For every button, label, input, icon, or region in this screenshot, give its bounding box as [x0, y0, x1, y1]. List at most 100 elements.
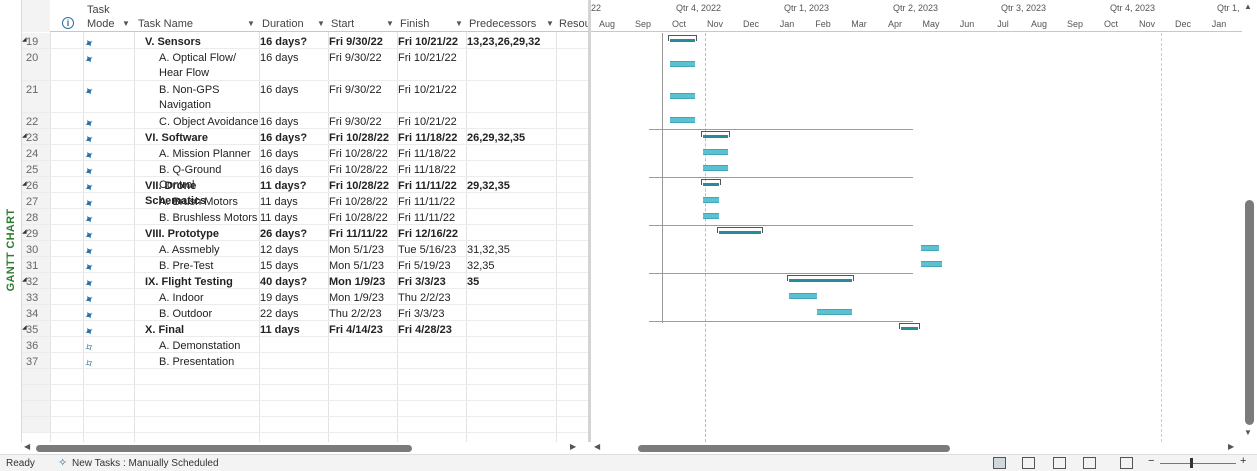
- dependency-line[interactable]: [649, 129, 913, 130]
- duration-cell[interactable]: 11 days: [260, 323, 328, 338]
- task-name-cell[interactable]: A. Brush Motors: [137, 195, 259, 210]
- summary-bracket[interactable]: [700, 131, 730, 137]
- task-name-cell[interactable]: A. Assmebly: [137, 243, 259, 258]
- start-cell[interactable]: Fri 9/30/22: [329, 115, 397, 130]
- task-bar[interactable]: [702, 165, 728, 171]
- collapse-triangle-icon[interactable]: ◢: [22, 324, 27, 331]
- collapse-triangle-icon[interactable]: ◢: [22, 228, 27, 235]
- header-finish[interactable]: Finish ▼: [397, 0, 466, 32]
- header-indicators[interactable]: i: [52, 0, 82, 32]
- gantt-body[interactable]: [591, 33, 1242, 442]
- task-name-cell[interactable]: A. Demonstation: [137, 339, 259, 354]
- task-name-cell[interactable]: B. Presentation: [137, 355, 259, 370]
- finish-cell[interactable]: Tue 5/16/23: [398, 243, 466, 258]
- header-start[interactable]: Start ▼: [328, 0, 397, 32]
- task-name-cell[interactable]: B. Outdoor: [137, 307, 259, 322]
- table-row[interactable]: 37 ✧ B. Presentation: [22, 353, 588, 372]
- duration-cell[interactable]: 16 days: [260, 115, 328, 130]
- start-cell[interactable]: Fri 10/28/22: [329, 131, 397, 146]
- dependency-line[interactable]: [649, 321, 913, 322]
- task-bar[interactable]: [817, 309, 852, 315]
- table-row[interactable]: 21 ✦ B. Non-GPS Navigation 16 days Fri 9/30/…: [22, 81, 588, 113]
- duration-cell[interactable]: 16 days?: [260, 35, 328, 50]
- collapse-triangle-icon[interactable]: ◢: [22, 132, 27, 139]
- duration-cell[interactable]: 16 days?: [260, 131, 328, 146]
- finish-cell[interactable]: Fri 11/18/22: [398, 163, 466, 178]
- duration-cell[interactable]: 15 days: [260, 259, 328, 274]
- current-date-line[interactable]: [1161, 33, 1162, 442]
- collapse-triangle-icon[interactable]: ◢: [22, 36, 27, 43]
- timescale[interactable]: 22 Qtr 4, 2022 Qtr 1, 2023 Qtr 2, 2023 Qtr 3…: [591, 0, 1242, 32]
- resource-sheet-view-icon[interactable]: [1083, 457, 1096, 469]
- start-cell[interactable]: Fri 11/11/22: [329, 227, 397, 242]
- finish-cell[interactable]: Fri 11/11/22: [398, 195, 466, 210]
- status-new-tasks-mode[interactable]: New Tasks : Manually Scheduled: [72, 458, 219, 469]
- table-row[interactable]: 26 ✦ ◢ VII. Drone Schematics 11 days? Fri 10/…: [22, 177, 588, 207]
- collapse-triangle-icon[interactable]: ◢: [22, 276, 27, 283]
- finish-cell[interactable]: Fri 12/16/22: [398, 227, 466, 242]
- duration-cell[interactable]: 16 days: [260, 163, 328, 178]
- view-bar[interactable]: GANTT CHART: [0, 0, 22, 442]
- task-name-cell[interactable]: B. Non-GPS Navigation: [137, 83, 259, 113]
- duration-cell[interactable]: 16 days: [260, 147, 328, 162]
- chevron-down-icon[interactable]: ▼: [247, 19, 255, 28]
- duration-cell[interactable]: 11 days: [260, 195, 328, 210]
- finish-cell[interactable]: Fri 11/11/22: [398, 179, 466, 194]
- finish-cell[interactable]: Fri 10/21/22: [398, 83, 466, 98]
- header-resource[interactable]: Resour: [556, 0, 588, 32]
- task-name-cell[interactable]: VIII. Prototype: [137, 227, 259, 242]
- task-bar[interactable]: [789, 293, 818, 299]
- table-row[interactable]: 33 ✦ A. Indoor 19 days Mon 1/9/23 Thu 2/2/23: [22, 289, 588, 308]
- predecessors-cell[interactable]: 31,32,35: [467, 243, 557, 258]
- task-name-cell[interactable]: C. Object Avoidance: [137, 115, 259, 130]
- start-cell[interactable]: Mon 1/9/23: [329, 291, 397, 306]
- gantt-view-icon[interactable]: [993, 457, 1006, 469]
- header-task-name[interactable]: Task Name ▼: [135, 0, 259, 32]
- task-usage-view-icon[interactable]: [1022, 457, 1035, 469]
- finish-cell[interactable]: Fri 3/3/23: [398, 275, 466, 290]
- table-row[interactable]: 34 ✦ B. Outdoor 22 days Thu 2/2/23 Fri 3/3/23: [22, 305, 588, 324]
- task-bar[interactable]: [669, 117, 695, 123]
- status-date-line[interactable]: [704, 33, 706, 442]
- gantt-scroll-left-icon[interactable]: ◀: [594, 442, 600, 451]
- dependency-line[interactable]: [649, 273, 913, 274]
- finish-cell[interactable]: Fri 11/18/22: [398, 131, 466, 146]
- task-name-cell[interactable]: IX. Flight Testing: [137, 275, 259, 290]
- empty-row[interactable]: [22, 369, 588, 385]
- finish-cell[interactable]: Thu 2/2/23: [398, 291, 466, 306]
- task-bar[interactable]: [669, 61, 695, 67]
- task-bar[interactable]: [702, 149, 728, 155]
- zoom-out-icon[interactable]: −: [1148, 455, 1154, 467]
- dependency-line[interactable]: [649, 177, 913, 178]
- task-name-cell[interactable]: A. Indoor: [137, 291, 259, 306]
- summary-bracket[interactable]: [899, 323, 920, 329]
- duration-cell[interactable]: 11 days?: [260, 179, 328, 194]
- collapse-triangle-icon[interactable]: ◢: [22, 180, 27, 187]
- table-row[interactable]: 31 ✦ B. Pre-Test 15 days Mon 5/1/23 Fri 5/19/…: [22, 257, 588, 276]
- task-name-cell[interactable]: X. Final: [137, 323, 259, 338]
- start-cell[interactable]: Fri 10/28/22: [329, 211, 397, 226]
- start-cell[interactable]: Fri 10/28/22: [329, 147, 397, 162]
- pushpin-icon[interactable]: ✧: [58, 456, 67, 469]
- zoom-in-icon[interactable]: +: [1240, 455, 1246, 467]
- start-cell[interactable]: Fri 10/28/22: [329, 163, 397, 178]
- table-scroll-right-icon[interactable]: ▶: [570, 442, 576, 451]
- task-bar[interactable]: [921, 261, 943, 267]
- summary-bracket[interactable]: [667, 35, 697, 41]
- duration-cell[interactable]: 16 days: [260, 83, 328, 98]
- task-bar[interactable]: [669, 93, 695, 99]
- header-duration[interactable]: Duration ▼: [259, 0, 328, 32]
- task-bar[interactable]: [921, 245, 939, 251]
- task-name-cell[interactable]: B. Pre-Test: [137, 259, 259, 274]
- header-predecessors[interactable]: Predecessors ▼: [466, 0, 556, 32]
- predecessors-cell[interactable]: 35: [467, 275, 557, 290]
- finish-cell[interactable]: Fri 10/21/22: [398, 115, 466, 130]
- scroll-down-icon[interactable]: ▼: [1244, 428, 1252, 437]
- view-label-gantt-chart[interactable]: GANTT CHART: [5, 209, 17, 292]
- vertical-scroll-thumb[interactable]: [1245, 200, 1254, 425]
- empty-row[interactable]: [22, 385, 588, 401]
- finish-cell[interactable]: Fri 11/11/22: [398, 211, 466, 226]
- table-row[interactable]: 28 ✦ B. Brushless Motors 11 days Fri 10/28/2…: [22, 209, 588, 228]
- table-row[interactable]: 24 ✦ A. Mission Planner 16 days Fri 10/28/22…: [22, 145, 588, 164]
- table-row[interactable]: 30 ✦ A. Assmebly 12 days Mon 5/1/23 Tue 5/16/…: [22, 241, 588, 260]
